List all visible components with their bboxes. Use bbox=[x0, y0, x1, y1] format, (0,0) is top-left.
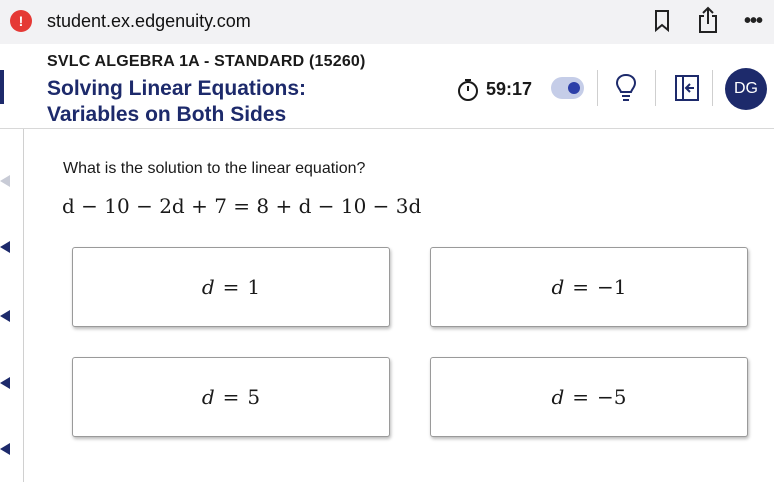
question-equation: d − 10 − 2d + 7 = 8 + d − 10 − 3d bbox=[62, 194, 422, 218]
equals-sign: = bbox=[222, 385, 240, 409]
browser-url-bar[interactable]: ! student.ex.edgenuity.com ••• bbox=[0, 0, 774, 44]
choice-variable: d bbox=[551, 385, 565, 409]
more-icon[interactable]: ••• bbox=[744, 10, 763, 33]
activity-rail bbox=[23, 129, 24, 482]
toggle-knob bbox=[568, 82, 580, 94]
user-avatar[interactable]: DG bbox=[725, 68, 767, 110]
choice-variable: d bbox=[201, 385, 215, 409]
bookmark-icon[interactable] bbox=[654, 9, 670, 33]
equals-sign: = bbox=[572, 385, 590, 409]
hint-lightbulb-icon[interactable] bbox=[614, 72, 638, 104]
url-text[interactable]: student.ex.edgenuity.com bbox=[47, 11, 251, 32]
lesson-title: Solving Linear Equations: Variables on B… bbox=[47, 76, 306, 128]
divider bbox=[655, 70, 656, 106]
activity-marker[interactable] bbox=[0, 443, 10, 455]
share-icon[interactable] bbox=[696, 6, 720, 34]
choice-value: 1 bbox=[247, 275, 261, 299]
divider bbox=[597, 70, 598, 106]
header-divider bbox=[0, 128, 774, 129]
choice-value: 5 bbox=[247, 385, 261, 409]
answer-choice-b[interactable]: d = −1 bbox=[430, 247, 748, 327]
collapse-panel-icon[interactable] bbox=[674, 74, 700, 102]
activity-marker[interactable] bbox=[0, 175, 10, 187]
timer-readout: 59:17 bbox=[486, 79, 533, 99]
divider bbox=[712, 70, 713, 106]
activity-marker[interactable] bbox=[0, 310, 10, 322]
lesson-title-line2: Variables on Both Sides bbox=[47, 103, 287, 126]
answer-choice-c[interactable]: d = 5 bbox=[72, 357, 390, 437]
equals-sign: = bbox=[572, 275, 590, 299]
timer-icon bbox=[458, 79, 478, 101]
choice-variable: d bbox=[201, 275, 215, 299]
left-edge-indicator bbox=[0, 70, 4, 104]
equals-sign: = bbox=[222, 275, 240, 299]
question-prompt: What is the solution to the linear equat… bbox=[63, 160, 366, 177]
lesson-title-line1: Solving Linear Equations: bbox=[47, 77, 307, 100]
activity-marker[interactable] bbox=[0, 377, 10, 389]
choice-value: −1 bbox=[597, 275, 627, 299]
answer-choice-a[interactable]: d = 1 bbox=[72, 247, 390, 327]
choice-variable: d bbox=[551, 275, 565, 299]
course-title: SVLC ALGEBRA 1A - STANDARD (15260) bbox=[47, 53, 366, 70]
alert-icon[interactable]: ! bbox=[10, 10, 32, 32]
choice-value: −5 bbox=[597, 385, 627, 409]
activity-marker[interactable] bbox=[0, 241, 10, 253]
timer-toggle[interactable] bbox=[551, 77, 584, 99]
answer-choice-d[interactable]: d = −5 bbox=[430, 357, 748, 437]
